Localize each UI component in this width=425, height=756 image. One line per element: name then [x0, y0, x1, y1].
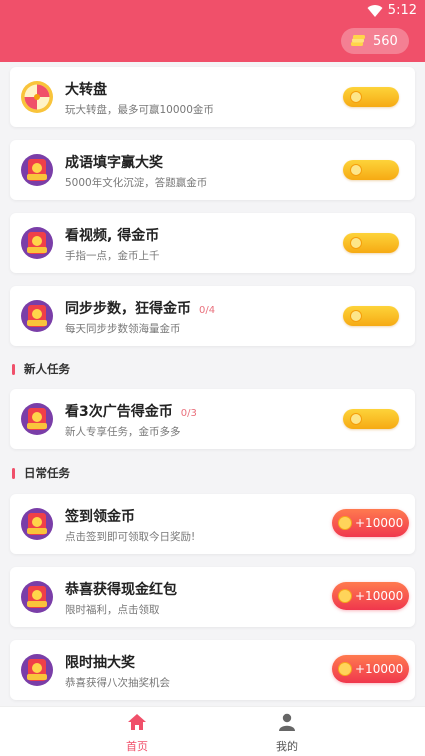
- claim-button[interactable]: [343, 87, 399, 107]
- section-marker: [12, 467, 15, 479]
- tab-home-label: 首页: [126, 740, 148, 753]
- section-daily: 日常任务: [12, 465, 70, 481]
- bottom-tab-bar: 首页 我的: [0, 706, 425, 756]
- task-card-steps[interactable]: 同步步数，狂得金币 0/4 每天同步步数领海量金币: [10, 286, 415, 346]
- task-desc: 每天同步步数领海量金币: [65, 323, 181, 335]
- task-card-wheel[interactable]: 大转盘 玩大转盘，最多可赢10000金币: [10, 67, 415, 127]
- person-icon: [247, 713, 327, 734]
- coin-icon: [350, 91, 362, 103]
- task-desc: 玩大转盘，最多可赢10000金币: [65, 104, 214, 116]
- task-title: 恭喜获得现金红包: [65, 582, 177, 598]
- reward-amount: +10000: [355, 589, 404, 603]
- task-card-cash-envelope[interactable]: 恭喜获得现金红包 限时福利，点击领取 +10000: [10, 567, 415, 627]
- reward-amount: +10000: [355, 662, 404, 676]
- tab-mine-label: 我的: [276, 740, 298, 753]
- coin-icon: [338, 589, 352, 603]
- red-envelope-icon: [20, 507, 54, 541]
- task-desc: 点击签到即可领取今日奖励!: [65, 531, 196, 543]
- status-bar: 5:12: [0, 0, 425, 22]
- wheel-icon: [20, 80, 54, 114]
- claim-button[interactable]: [343, 160, 399, 180]
- coin-icon: [350, 237, 362, 249]
- reward-button[interactable]: +10000: [332, 582, 409, 610]
- task-desc: 手指一点，金币上千: [65, 250, 160, 262]
- task-desc: 恭喜获得八次抽奖机会: [65, 677, 170, 689]
- wifi-icon: [367, 3, 383, 22]
- task-list: 大转盘 玩大转盘，最多可赢10000金币 成语填字赢大奖 5000年文化沉淀，答…: [0, 62, 425, 706]
- home-icon: [97, 713, 177, 734]
- red-envelope-icon: [20, 580, 54, 614]
- red-envelope-icon: [20, 153, 54, 187]
- section-new-user: 新人任务: [12, 361, 70, 377]
- reward-button[interactable]: +10000: [332, 509, 409, 537]
- claim-button[interactable]: [343, 409, 399, 429]
- task-desc: 限时福利，点击领取: [65, 604, 160, 616]
- tab-mine[interactable]: 我的: [247, 713, 327, 754]
- red-envelope-icon: [20, 402, 54, 436]
- coin-icon: [338, 662, 352, 676]
- task-title: 限时抽大奖: [65, 655, 135, 671]
- task-card-lottery[interactable]: 限时抽大奖 恭喜获得八次抽奖机会 +10000: [10, 640, 415, 700]
- section-title: 新人任务: [24, 362, 70, 376]
- task-card-checkin[interactable]: 签到领金币 点击签到即可领取今日奖励! +10000: [10, 494, 415, 554]
- section-title: 日常任务: [24, 466, 70, 480]
- task-card-video[interactable]: 看视频, 得金币 手指一点，金币上千: [10, 213, 415, 273]
- coin-balance-value: 560: [373, 33, 398, 49]
- status-time: 5:12: [387, 3, 417, 18]
- task-title: 签到领金币: [65, 509, 135, 525]
- task-desc: 新人专享任务，金币多多: [65, 426, 181, 438]
- section-marker: [12, 363, 15, 375]
- header: 560: [0, 22, 425, 62]
- task-title: 同步步数，狂得金币 0/4: [65, 298, 215, 318]
- coin-icon: [350, 164, 362, 176]
- task-card-idiom[interactable]: 成语填字赢大奖 5000年文化沉淀，答题赢金币: [10, 140, 415, 200]
- task-card-ads[interactable]: 看3次广告得金币 0/3 新人专享任务，金币多多: [10, 389, 415, 449]
- coin-icon: [338, 516, 352, 530]
- task-title-text: 看3次广告得金币: [65, 404, 173, 420]
- task-desc: 5000年文化沉淀，答题赢金币: [65, 177, 208, 189]
- task-progress: 0/3: [180, 408, 197, 419]
- claim-button[interactable]: [343, 233, 399, 253]
- red-envelope-icon: [20, 226, 54, 260]
- reward-amount: +10000: [355, 516, 404, 530]
- red-envelope-icon: [20, 299, 54, 333]
- task-title: 看视频, 得金币: [65, 228, 160, 244]
- coin-balance[interactable]: 560: [341, 28, 409, 54]
- tab-home[interactable]: 首页: [97, 713, 177, 754]
- red-envelope-icon: [20, 653, 54, 687]
- coin-icon: [350, 310, 362, 322]
- task-title: 成语填字赢大奖: [65, 155, 163, 171]
- task-title-text: 同步步数，狂得金币: [65, 301, 191, 317]
- coin-stack-icon: [351, 35, 365, 47]
- claim-button[interactable]: [343, 306, 399, 326]
- task-title: 看3次广告得金币 0/3: [65, 401, 197, 421]
- task-title: 大转盘: [65, 82, 107, 98]
- task-progress: 0/4: [199, 305, 216, 316]
- reward-button[interactable]: +10000: [332, 655, 409, 683]
- coin-icon: [350, 413, 362, 425]
